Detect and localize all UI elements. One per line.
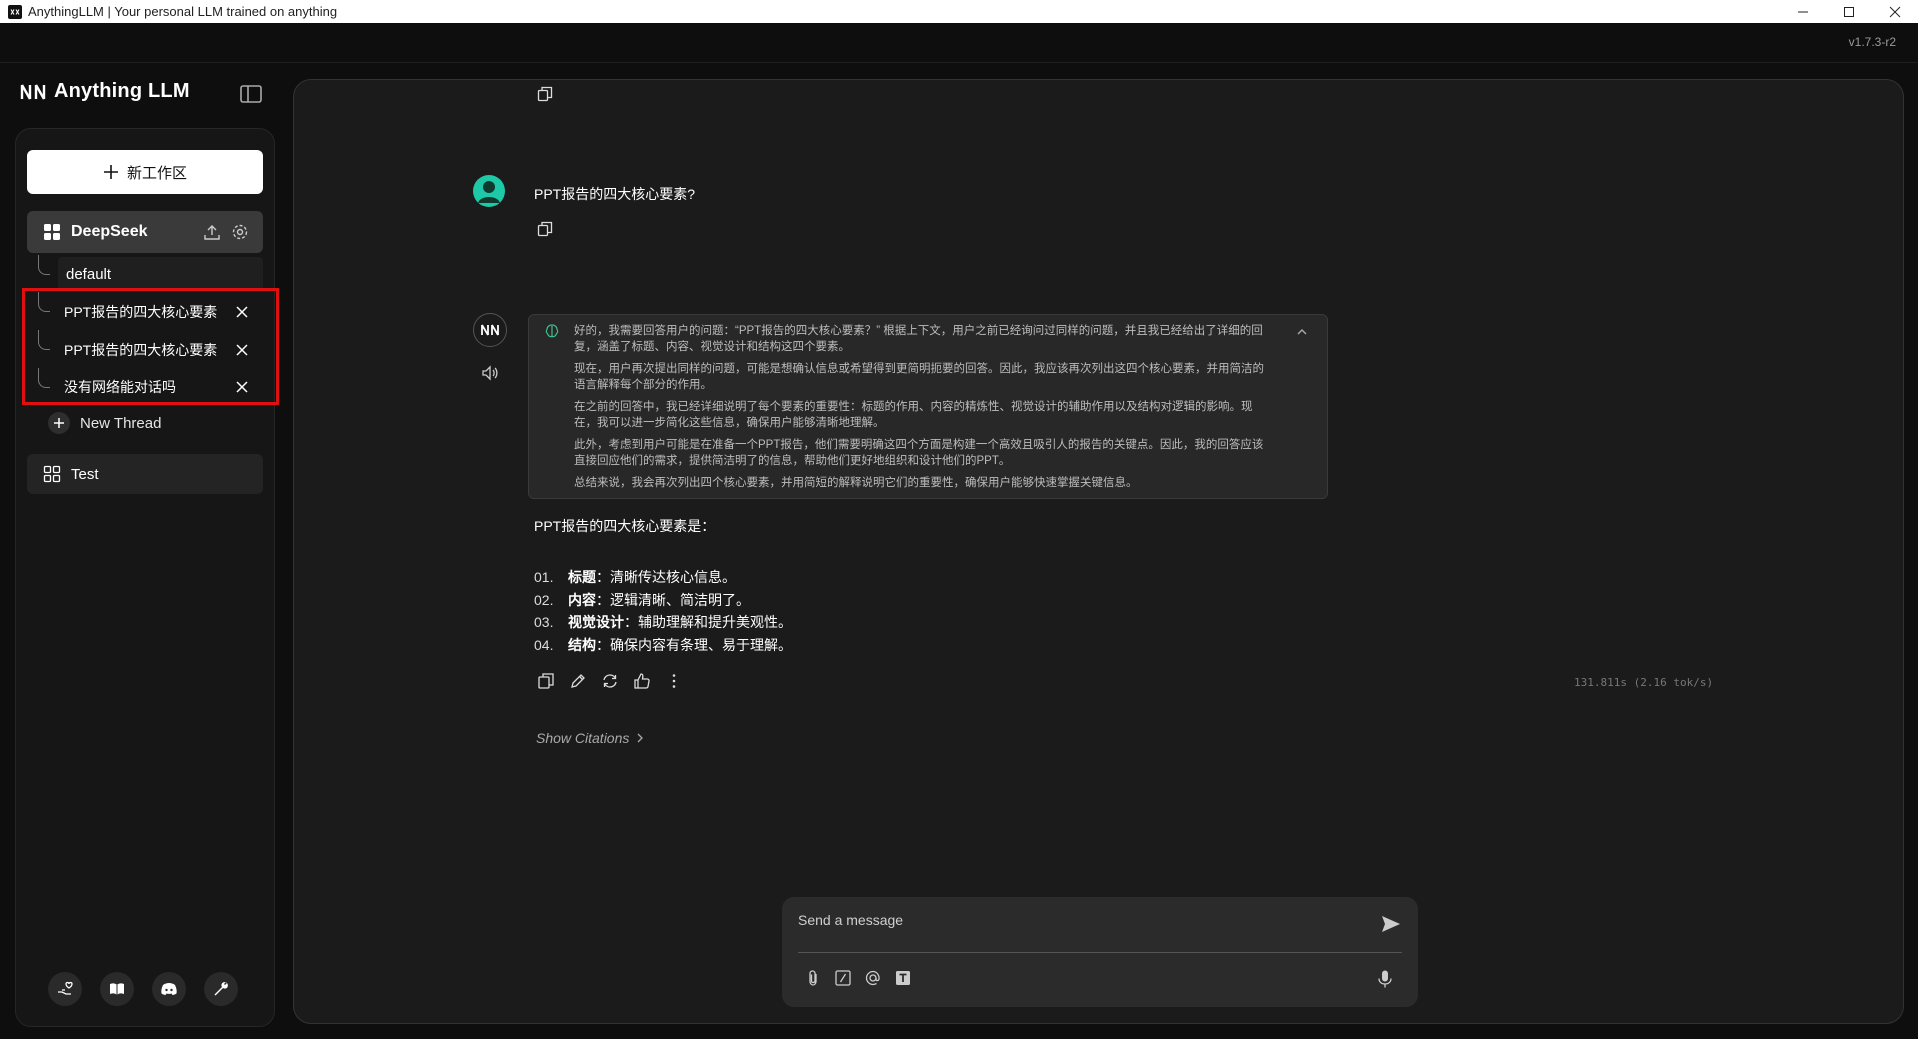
generation-stats: 131.811s (2.16 tok/s) bbox=[1574, 676, 1714, 689]
chevron-up-icon[interactable] bbox=[1295, 325, 1309, 339]
thumbs-up-icon[interactable] bbox=[633, 672, 651, 690]
thread-label: default bbox=[66, 265, 112, 283]
workspace-grid-icon bbox=[43, 465, 61, 483]
close-window-button[interactable] bbox=[1872, 0, 1918, 23]
maximize-icon bbox=[1844, 6, 1854, 17]
tree-branch bbox=[38, 255, 50, 275]
hand-heart-icon bbox=[58, 981, 73, 995]
prompt-divider bbox=[798, 952, 1402, 953]
edit-pencil-icon[interactable] bbox=[569, 672, 587, 690]
citations-label: Show Citations bbox=[536, 730, 630, 746]
answer-list: 01. 标题：清晰传达核心信息。 02. 内容：逻辑清晰、简洁明了。 03. 视觉设计… bbox=[534, 566, 792, 656]
docs-button[interactable] bbox=[100, 972, 134, 1006]
chat-panel: PPT报告的四大核心要素? 好的，我需要回答用户的问题：“PPT报告的四大核心要… bbox=[293, 79, 1904, 1024]
thread-default[interactable]: default bbox=[58, 257, 263, 291]
anythingllm-app-icon bbox=[8, 4, 22, 19]
thinking-text: 好的，我需要回答用户的问题：“PPT报告的四大核心要素？” 根据上下文，用户之前… bbox=[574, 323, 1274, 497]
thinking-paragraph: 好的，我需要回答用户的问题：“PPT报告的四大核心要素？” 根据上下文，用户之前… bbox=[574, 325, 1263, 353]
workspace-name: Test bbox=[71, 465, 99, 483]
top-strip: v1.7.3-r2 bbox=[0, 23, 1918, 63]
new-workspace-button[interactable]: 新工作区 bbox=[27, 150, 263, 194]
thinking-paragraph: 此外，考虑到用户可能是在准备一个PPT报告，他们需要明确这四个方面是构建一个高效… bbox=[574, 439, 1264, 467]
plus-icon bbox=[103, 165, 118, 179]
brand-name: Anything LLM bbox=[54, 80, 190, 102]
anythingllm-logo-icon bbox=[20, 83, 46, 100]
brain-icon bbox=[545, 324, 559, 338]
slash-command-icon[interactable] bbox=[834, 969, 852, 987]
answer-intro: PPT报告的四大核心要素是： bbox=[534, 518, 716, 534]
regenerate-icon[interactable] bbox=[601, 672, 619, 690]
window-title: AnythingLLM | Your personal LLM trained … bbox=[28, 4, 338, 19]
list-item: 02. 内容：逻辑清晰、简洁明了。 bbox=[534, 591, 750, 608]
copy-icon[interactable] bbox=[537, 86, 553, 102]
list-item: 01. 标题：清晰传达核心信息。 bbox=[534, 569, 736, 585]
more-options-icon[interactable] bbox=[665, 672, 683, 690]
new-thread-label: New Thread bbox=[80, 414, 162, 432]
workspace-grid-icon bbox=[44, 224, 60, 240]
microphone-icon[interactable] bbox=[1376, 969, 1394, 989]
window-titlebar: AnythingLLM | Your personal LLM trained … bbox=[0, 0, 1918, 23]
user-avatar bbox=[473, 175, 505, 207]
thinking-paragraph: 总结来说，我会再次列出四个核心要素，并用简短的解释说明它们的重要性，确保用户能够… bbox=[574, 477, 1138, 489]
app-version: v1.7.3-r2 bbox=[1848, 35, 1896, 49]
thinking-panel: 好的，我需要回答用户的问题：“PPT报告的四大核心要素？” 根据上下文，用户之前… bbox=[528, 314, 1328, 499]
at-mention-icon[interactable] bbox=[864, 969, 882, 987]
minimize-button[interactable] bbox=[1780, 0, 1826, 23]
list-item: 03. 视觉设计：辅助理解和提升美观性。 bbox=[534, 614, 792, 630]
discord-icon bbox=[161, 983, 177, 995]
user-message: PPT报告的四大核心要素? bbox=[534, 186, 696, 202]
sidebar-toggle-icon[interactable] bbox=[240, 84, 262, 104]
maximize-button[interactable] bbox=[1826, 0, 1872, 23]
workspace-test[interactable]: Test bbox=[27, 454, 263, 494]
message-actions bbox=[537, 672, 683, 690]
sidebar-footer bbox=[48, 972, 238, 1006]
discord-button[interactable] bbox=[152, 972, 186, 1006]
settings-gear-icon[interactable] bbox=[231, 223, 249, 241]
highlight-annotation-box bbox=[22, 288, 279, 405]
speaker-icon[interactable] bbox=[481, 364, 499, 382]
settings-button[interactable] bbox=[204, 972, 238, 1006]
chevron-right-icon bbox=[637, 733, 644, 743]
send-icon[interactable] bbox=[1380, 913, 1402, 935]
thinking-paragraph: 现在，用户再次提出同样的问题，可能是想确认信息或希望得到更简明扼要的回答。因此，… bbox=[574, 363, 1264, 391]
plus-icon bbox=[48, 412, 70, 434]
workspace-deepseek[interactable]: DeepSeek bbox=[27, 211, 263, 253]
book-icon bbox=[110, 983, 124, 995]
new-thread-button[interactable]: New Thread bbox=[48, 412, 161, 434]
close-icon bbox=[1889, 6, 1901, 17]
copy-icon[interactable] bbox=[537, 221, 553, 237]
user-icon bbox=[478, 181, 500, 203]
minimize-icon bbox=[1798, 11, 1808, 12]
upload-icon[interactable] bbox=[203, 223, 221, 241]
assistant-avatar bbox=[473, 313, 507, 347]
brand-logo: Anything LLM bbox=[20, 80, 190, 103]
thinking-paragraph: 在之前的回答中，我已经详细说明了每个要素的重要性：标题的作用、内容的精炼性、视觉… bbox=[574, 401, 1253, 429]
new-workspace-label: 新工作区 bbox=[126, 164, 187, 182]
anythingllm-logo-icon bbox=[481, 324, 499, 336]
prompt-box bbox=[782, 897, 1418, 1007]
attach-paperclip-icon[interactable] bbox=[804, 969, 822, 987]
copy-icon[interactable] bbox=[537, 672, 555, 690]
show-citations-button[interactable]: Show Citations bbox=[536, 730, 645, 746]
prompt-toolbar bbox=[804, 969, 912, 987]
list-item: 04. 结构：确保内容有条理、易于理解。 bbox=[534, 636, 792, 653]
workspace-name: DeepSeek bbox=[71, 223, 148, 240]
wrench-icon bbox=[214, 982, 228, 996]
community-hub-button[interactable] bbox=[48, 972, 82, 1006]
text-size-icon[interactable] bbox=[894, 969, 912, 987]
message-input[interactable] bbox=[798, 907, 1358, 933]
